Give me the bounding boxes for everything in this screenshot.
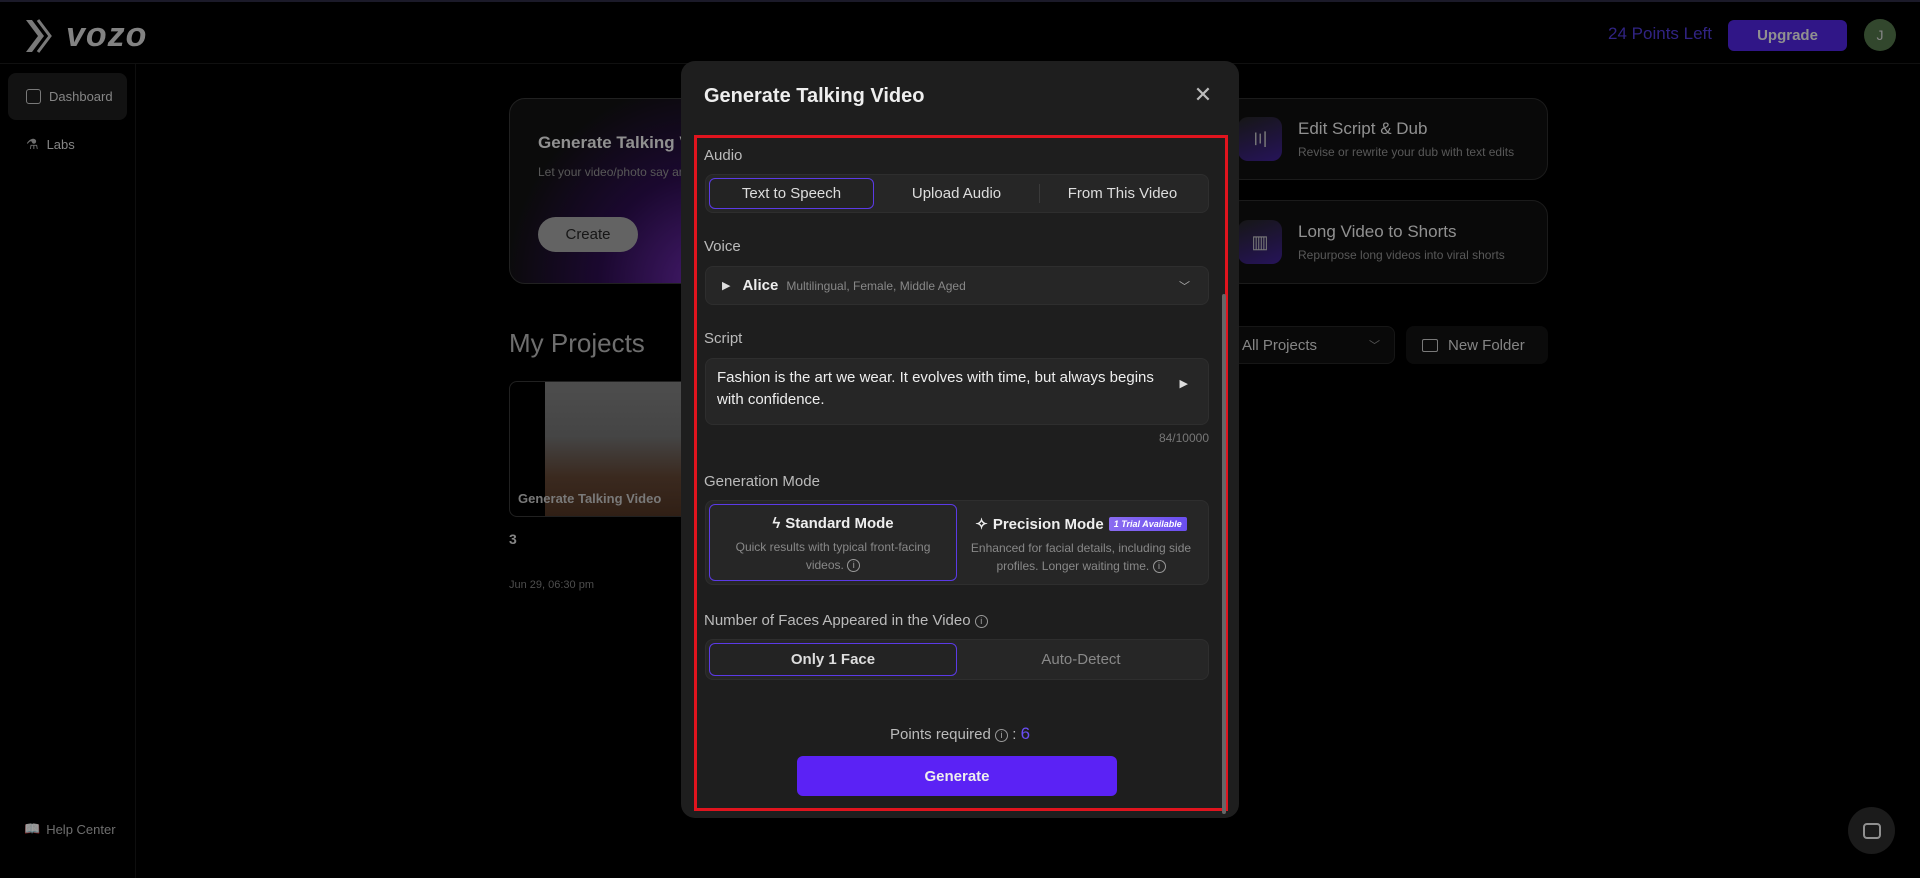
precision-mode-option[interactable]: ✧ Precision Mode 1 Trial Available Enhance… bbox=[957, 504, 1205, 581]
voice-select[interactable]: ▶ Alice Multilingual, Female, Middle Age… bbox=[705, 266, 1209, 305]
play-icon[interactable]: ▶ bbox=[722, 279, 730, 292]
modal-title: Generate Talking Video bbox=[704, 85, 925, 107]
character-count: 84/10000 bbox=[1158, 431, 1209, 445]
lightning-icon: ϟ bbox=[772, 515, 781, 532]
tab-text-to-speech[interactable]: Text to Speech bbox=[709, 178, 874, 209]
points-required: Points required i : 6 bbox=[889, 724, 1031, 743]
option-only-1-face[interactable]: Only 1 Face bbox=[709, 643, 957, 676]
script-input[interactable]: Fashion is the art we wear. It evolves w… bbox=[705, 358, 1209, 425]
info-icon[interactable]: i bbox=[1152, 560, 1166, 574]
mode-description: Quick results with typical front-facing … bbox=[735, 540, 931, 572]
voice-label: Voice bbox=[704, 238, 741, 255]
chevron-down-icon: ﹀ bbox=[1179, 280, 1190, 293]
play-script-icon[interactable]: ▶ bbox=[1180, 373, 1188, 395]
points-required-label: Points required bbox=[889, 726, 991, 743]
tab-from-this-video[interactable]: From This Video bbox=[1040, 178, 1205, 209]
script-label: Script bbox=[704, 330, 743, 347]
info-icon[interactable]: i bbox=[995, 728, 1009, 742]
generate-button[interactable]: Generate bbox=[797, 756, 1117, 796]
generation-mode-label: Generation Mode bbox=[704, 473, 820, 490]
faces-selector: Only 1 Face Auto-Detect bbox=[705, 639, 1209, 680]
voice-name: Alice bbox=[742, 277, 779, 294]
faces-label-text: Number of Faces Appeared in the Video bbox=[704, 612, 971, 629]
sparkle-icon: ✧ bbox=[975, 516, 988, 533]
faces-label: Number of Faces Appeared in the Video i bbox=[704, 612, 988, 629]
option-auto-detect[interactable]: Auto-Detect bbox=[957, 643, 1205, 676]
voice-description: Multilingual, Female, Middle Aged bbox=[786, 278, 966, 293]
script-text: Fashion is the art we wear. It evolves w… bbox=[717, 369, 1154, 408]
standard-mode-option[interactable]: ϟ Standard Mode Quick results with typica… bbox=[709, 504, 957, 581]
audio-label: Audio bbox=[704, 147, 743, 164]
mode-title: Standard Mode bbox=[785, 515, 894, 532]
trial-badge: 1 Trial Available bbox=[1108, 517, 1187, 531]
mode-title: Precision Mode bbox=[992, 515, 1104, 533]
info-icon[interactable]: i bbox=[974, 614, 988, 628]
points-required-value: 6 bbox=[1020, 724, 1031, 743]
close-icon[interactable]: ✕ bbox=[1191, 83, 1215, 107]
info-icon[interactable]: i bbox=[847, 559, 861, 573]
generate-talking-video-modal: Generate Talking Video ✕ Audio Text to S… bbox=[681, 61, 1239, 818]
tab-upload-audio[interactable]: Upload Audio bbox=[874, 178, 1039, 209]
generation-mode-selector: ϟ Standard Mode Quick results with typica… bbox=[705, 500, 1209, 585]
audio-source-selector: Text to Speech Upload Audio From This Vi… bbox=[705, 174, 1209, 213]
